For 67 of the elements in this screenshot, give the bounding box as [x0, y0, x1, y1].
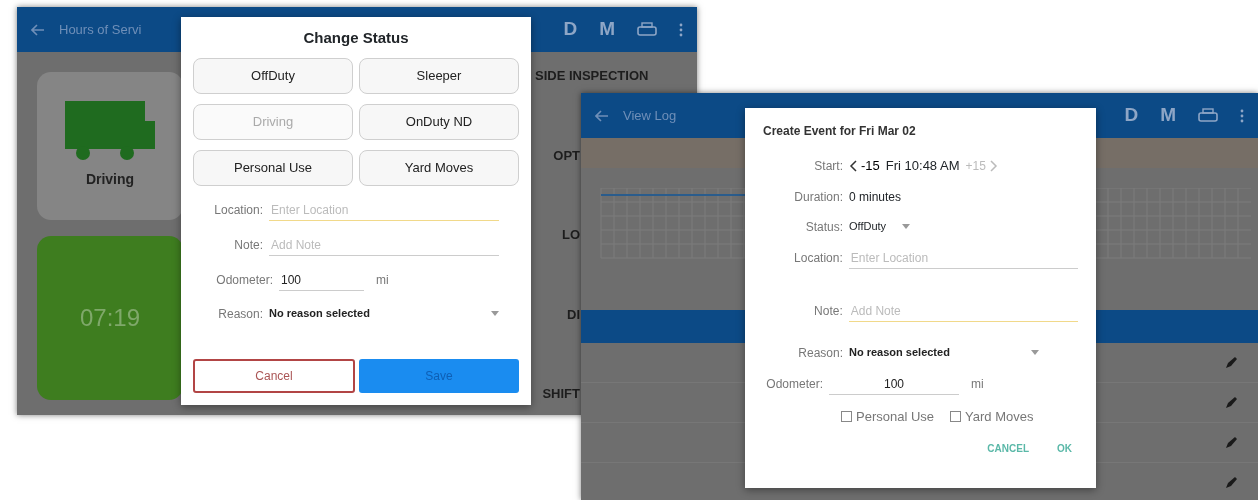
pencil-icon[interactable]: [1224, 395, 1238, 410]
status-button[interactable]: Personal Use: [193, 149, 353, 186]
section-label[interactable]: SIDE INSPECTION: [535, 66, 649, 86]
more-icon[interactable]: [679, 22, 683, 37]
dialog-button[interactable]: CANCEL: [981, 440, 1035, 457]
truck-icon: [65, 101, 155, 162]
caret-icon: [491, 311, 499, 316]
field-label: Duration:: [793, 188, 843, 206]
caret-icon: [902, 224, 911, 229]
input-field[interactable]: Enter Location: [269, 199, 499, 221]
field-label: Start:: [813, 157, 843, 175]
timer-text: 07:19: [79, 302, 141, 333]
reason-dropdown[interactable]: No reason selected: [849, 344, 1039, 361]
reason-dropdown[interactable]: No reason selected: [269, 305, 499, 322]
back-arrow-icon[interactable]: [31, 23, 45, 36]
dialog-title: Create Event for Fri Mar 02: [763, 123, 917, 140]
status-button[interactable]: Yard Moves: [359, 149, 519, 186]
pencil-icon[interactable]: [1224, 355, 1238, 370]
status-button[interactable]: OnDuty ND: [359, 103, 519, 140]
field-label: Reason:: [797, 344, 843, 362]
cancel-button[interactable]: Cancel: [193, 358, 356, 393]
more-icon[interactable]: [1240, 108, 1244, 123]
field-label: Odometer:: [215, 272, 273, 289]
field-label: Note:: [233, 237, 263, 254]
checkbox[interactable]: Personal Use: [841, 406, 935, 426]
status-dropdown[interactable]: OffDuty: [849, 218, 911, 235]
section-label[interactable]: OPT: [535, 145, 580, 165]
duration-value: 0 minutes: [849, 188, 902, 206]
chevron-left-icon: [849, 159, 857, 172]
start-time: Fri 10:48 AM: [885, 157, 960, 175]
toolbar-button[interactable]: M: [1160, 101, 1176, 130]
printer-icon[interactable]: [637, 21, 657, 38]
pencil-icon[interactable]: [1224, 435, 1238, 450]
field-label: Reason:: [217, 305, 263, 323]
pencil-icon[interactable]: [1224, 475, 1238, 490]
status-label: Driving: [85, 170, 135, 190]
chevron-right-icon: [989, 159, 998, 172]
caret-icon: [1031, 350, 1039, 355]
field-label: Note:: [813, 303, 843, 320]
screen-title: Hours of Servi: [59, 20, 142, 39]
section-label[interactable]: LO: [535, 225, 580, 245]
status-button[interactable]: Sleeper: [359, 57, 519, 94]
field-label: Location:: [213, 202, 263, 219]
checkbox[interactable]: Yard Moves: [950, 406, 1034, 426]
field-label: Status:: [804, 218, 843, 236]
toolbar-button[interactable]: M: [599, 15, 615, 44]
unit-label: mi: [376, 272, 389, 289]
input-field[interactable]: Add Note: [269, 234, 499, 256]
odometer-field[interactable]: 100: [829, 373, 959, 395]
dialog-button[interactable]: OK: [1051, 440, 1078, 457]
screen-title: View Log: [623, 106, 677, 125]
back-arrow-icon[interactable]: [595, 109, 609, 122]
odometer-field[interactable]: 100: [279, 269, 364, 291]
section-label[interactable]: SHIFT: [535, 384, 580, 404]
dialog-title: Change Status: [302, 28, 410, 48]
toolbar-button[interactable]: D: [563, 15, 578, 44]
toolbar-button[interactable]: D: [1124, 101, 1139, 130]
field-label: Odometer:: [765, 376, 823, 393]
status-card[interactable]: Driving: [37, 72, 183, 220]
status-button[interactable]: OffDuty: [193, 57, 353, 94]
unit-label: mi: [971, 376, 984, 393]
time-back-button[interactable]: -15: [849, 156, 880, 176]
section-label[interactable]: DI: [535, 304, 580, 324]
input-field[interactable]: Add Note: [848, 300, 1078, 322]
field-label: Location:: [793, 250, 843, 267]
input-field[interactable]: Enter Location: [848, 247, 1078, 269]
printer-icon[interactable]: [1198, 107, 1218, 124]
